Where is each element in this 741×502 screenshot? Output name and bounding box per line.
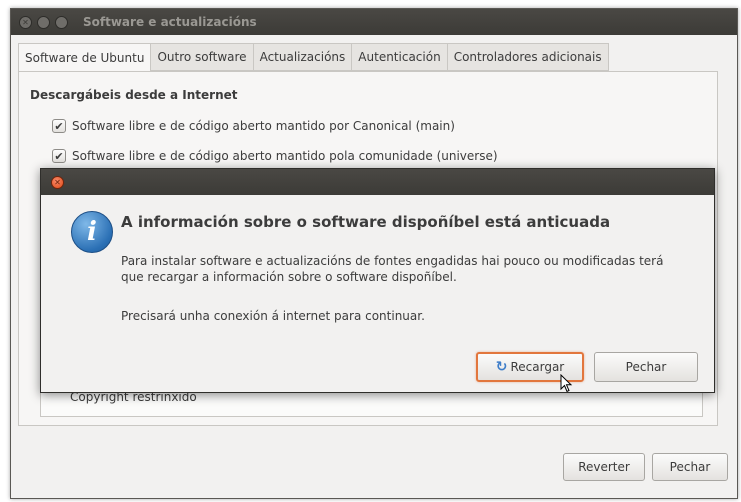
dialog-close-button[interactable]: Pechar (594, 352, 698, 382)
info-icon: i (71, 211, 113, 253)
tab-bar: Software de Ubuntu Outro software Actual… (18, 43, 609, 72)
section-title-downloadable: Descargábeis desde a Internet (30, 88, 238, 102)
checkbox-label-universe: Software libre e de código aberto mantid… (72, 149, 498, 163)
revert-button[interactable]: Reverter (563, 453, 645, 481)
window-minimize-button[interactable] (37, 15, 50, 29)
tab-autenticacion[interactable]: Autenticación (352, 43, 448, 71)
dialog-body: Para instalar software e actualizacións … (121, 254, 664, 284)
reload-icon: ↻ (495, 359, 508, 375)
checkbox-row-main[interactable]: ✔ Software libre e de código aberto mant… (52, 119, 455, 133)
window-title: Software e actualizacións (83, 15, 257, 29)
mouse-cursor-icon (560, 374, 573, 393)
dialog-body-connection: Precisará unha conexión á internet para … (121, 309, 425, 323)
checkbox-universe[interactable]: ✔ (52, 149, 66, 163)
window-titlebar[interactable]: ✕ Software e actualizacións (11, 9, 737, 35)
tab-controladores-adicionais[interactable]: Controladores adicionais (447, 43, 609, 71)
dialog-heading: A información sobre o software dispoñíbe… (121, 213, 611, 231)
dialog-close-icon[interactable]: ✕ (51, 176, 64, 189)
tab-outro-software[interactable]: Outro software (151, 43, 254, 71)
checkbox-main[interactable]: ✔ (52, 119, 66, 133)
tab-actualizacions[interactable]: Actualizacións (253, 43, 353, 71)
checkbox-label-main: Software libre e de código aberto mantid… (72, 119, 455, 133)
outdated-info-dialog: ✕ i A información sobre o software dispo… (40, 168, 715, 393)
tab-software-de-ubuntu[interactable]: Software de Ubuntu (18, 43, 152, 72)
dialog-titlebar[interactable]: ✕ (41, 169, 714, 195)
window-maximize-button[interactable] (55, 15, 68, 29)
checkbox-row-universe[interactable]: ✔ Software libre e de código aberto mant… (52, 149, 498, 163)
reload-button-label: Recargar (510, 360, 565, 374)
close-button[interactable]: Pechar (652, 453, 728, 481)
window-close-button[interactable]: ✕ (19, 15, 32, 29)
